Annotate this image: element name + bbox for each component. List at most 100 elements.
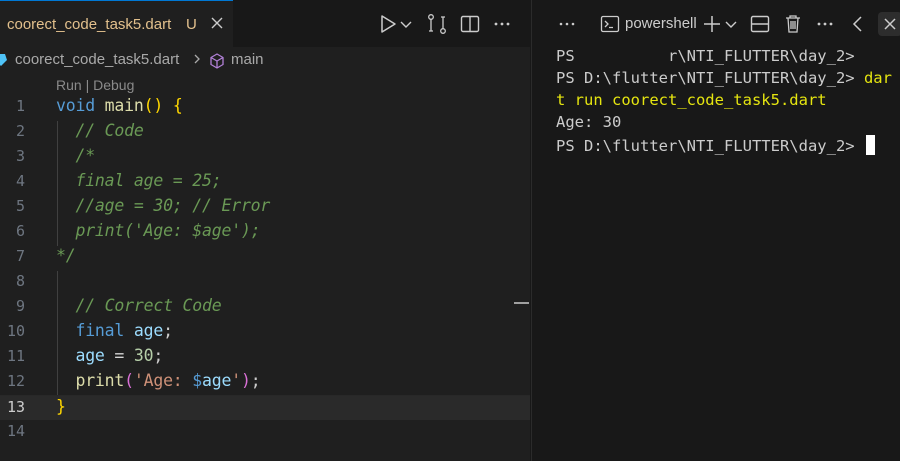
code-token: // Code <box>56 121 144 140</box>
line-code: final age; <box>56 321 173 340</box>
line-code: //age = 30; // Error <box>56 196 270 215</box>
line-code: } <box>56 397 66 416</box>
terminal-text: PS D:\flutter\NTI_FLUTTER\day_2> <box>556 137 864 155</box>
terminal-command: dar <box>863 69 892 87</box>
code-token: () <box>143 96 173 115</box>
terminal-line: PS D:\flutter\NTI_FLUTTER\day_2> <box>556 135 875 155</box>
code-line[interactable]: 13} <box>0 395 530 420</box>
code-line[interactable]: 9 // Correct Code <box>0 295 530 320</box>
code-token: ( <box>124 371 134 390</box>
trash-icon[interactable] <box>781 12 805 36</box>
code-line[interactable]: 5 //age = 30; // Error <box>0 195 530 220</box>
code-token: } <box>56 397 66 416</box>
more-icon[interactable] <box>490 12 514 36</box>
code-token: ' <box>231 371 241 390</box>
code-line[interactable]: 7 */ <box>0 245 530 270</box>
line-code: print('Age: $age'); <box>56 371 260 390</box>
close-icon[interactable] <box>206 11 228 35</box>
breadcrumb: coorect_code_task5.dart main <box>0 48 530 72</box>
code-line[interactable]: 10 final age; <box>0 320 530 345</box>
line-number: 1 <box>15 97 25 115</box>
code-token: age <box>202 371 232 390</box>
run-icon[interactable] <box>376 12 400 36</box>
code-token: */ <box>56 246 76 265</box>
split-terminal-icon[interactable] <box>748 12 772 36</box>
line-code: final age = 25; <box>56 171 221 190</box>
code-token: $ <box>192 371 203 390</box>
plus-icon[interactable] <box>700 12 724 36</box>
code-line[interactable]: 3 /* <box>0 145 530 170</box>
terminal-pane[interactable]: powershell PS r\NTI_FLUTTER\day_2> PS D:\… <box>531 0 900 461</box>
line-number: 9 <box>15 297 25 315</box>
more-icon[interactable] <box>555 12 579 36</box>
code-line[interactable]: 1 void main() { <box>0 95 530 120</box>
tab-modified-marker: U <box>186 16 197 33</box>
split-editor-icon[interactable] <box>458 12 482 36</box>
terminal-cursor <box>865 135 875 155</box>
code-line[interactable]: 14 <box>0 420 530 445</box>
chevron-down-icon[interactable] <box>724 12 738 36</box>
code-token: final age = 25; <box>56 171 222 190</box>
editor-pane: coorect_code_task5.dart U coorect_code_t… <box>0 0 530 461</box>
code-token: // Correct Code <box>56 296 222 315</box>
dart-file-icon <box>0 53 8 71</box>
terminal-line: PS r\NTI_FLUTTER\day_2> <box>556 47 855 65</box>
code-token: 30 <box>133 346 154 365</box>
code-line[interactable]: 12 print('Age: $age'); <box>0 370 530 395</box>
more-icon[interactable] <box>813 12 837 36</box>
code-token: 'Age: <box>133 371 193 390</box>
code-token: ; <box>153 346 164 365</box>
line-number: 3 <box>15 147 25 165</box>
symbol-method-icon <box>208 52 226 74</box>
terminal-shell-label[interactable]: powershell <box>625 15 697 32</box>
code-token: main <box>104 96 144 115</box>
terminal-line: PS D:\flutter\NTI_FLUTTER\day_2> dar <box>556 69 892 87</box>
tab-filename: coorect_code_task5.dart <box>7 16 172 33</box>
line-number: 10 <box>6 322 25 340</box>
line-number: 13 <box>6 398 25 416</box>
code-token: ) <box>240 371 251 390</box>
breadcrumb-symbol[interactable]: main <box>231 51 264 68</box>
code-line[interactable]: 4 final age = 25; <box>0 170 530 195</box>
codelens-run-debug[interactable]: Run | Debug <box>56 77 134 93</box>
terminal-line: Age: 30 <box>556 113 621 131</box>
terminal-text: Age: 30 <box>556 113 622 131</box>
line-code: print('Age: $age'); <box>56 221 260 240</box>
code-token: //age = 30; // Error <box>56 196 271 215</box>
code-token: ; <box>163 321 173 340</box>
line-code: void main() { <box>56 96 183 115</box>
line-number: 14 <box>6 422 25 440</box>
terminal-text: PS D:\flutter\NTI_FLUTTER\day_2> <box>556 69 864 87</box>
editor-tab-bar: coorect_code_task5.dart U <box>0 0 530 47</box>
code-line[interactable]: 6 print('Age: $age'); <box>0 220 530 245</box>
code-token: /* <box>56 146 95 165</box>
line-code: // Code <box>56 121 144 140</box>
code-token: print('Age: $age'); <box>56 221 261 240</box>
code-line[interactable]: 2 // Code <box>0 120 530 145</box>
line-code: */ <box>56 246 76 265</box>
breadcrumb-file[interactable]: coorect_code_task5.dart <box>15 51 179 68</box>
code-token: age <box>133 321 164 340</box>
line-code: age = 30; <box>56 346 163 365</box>
chevron-left-icon[interactable] <box>846 12 870 36</box>
terminal-icon <box>598 12 622 36</box>
line-number: 5 <box>15 197 25 215</box>
code-token: age <box>75 346 105 365</box>
terminal-line: t run coorect_code_task5.dart <box>556 91 827 109</box>
tab-coorect-code-task5[interactable]: coorect_code_task5.dart U <box>0 0 233 47</box>
code-token: = <box>104 346 134 365</box>
terminal-header: powershell <box>532 0 900 47</box>
line-number: 12 <box>6 372 25 390</box>
code-line[interactable]: 8 <box>0 270 530 295</box>
line-number: 6 <box>15 222 25 240</box>
close-icon[interactable] <box>878 12 900 36</box>
compare-changes-icon[interactable] <box>425 12 449 36</box>
line-code: /* <box>56 146 95 165</box>
code-line[interactable]: 11 age = 30; <box>0 345 530 370</box>
line-number: 11 <box>6 347 25 365</box>
terminal-command: t run coorect_code_task5.dart <box>556 91 827 109</box>
chevron-down-icon[interactable] <box>398 12 414 36</box>
